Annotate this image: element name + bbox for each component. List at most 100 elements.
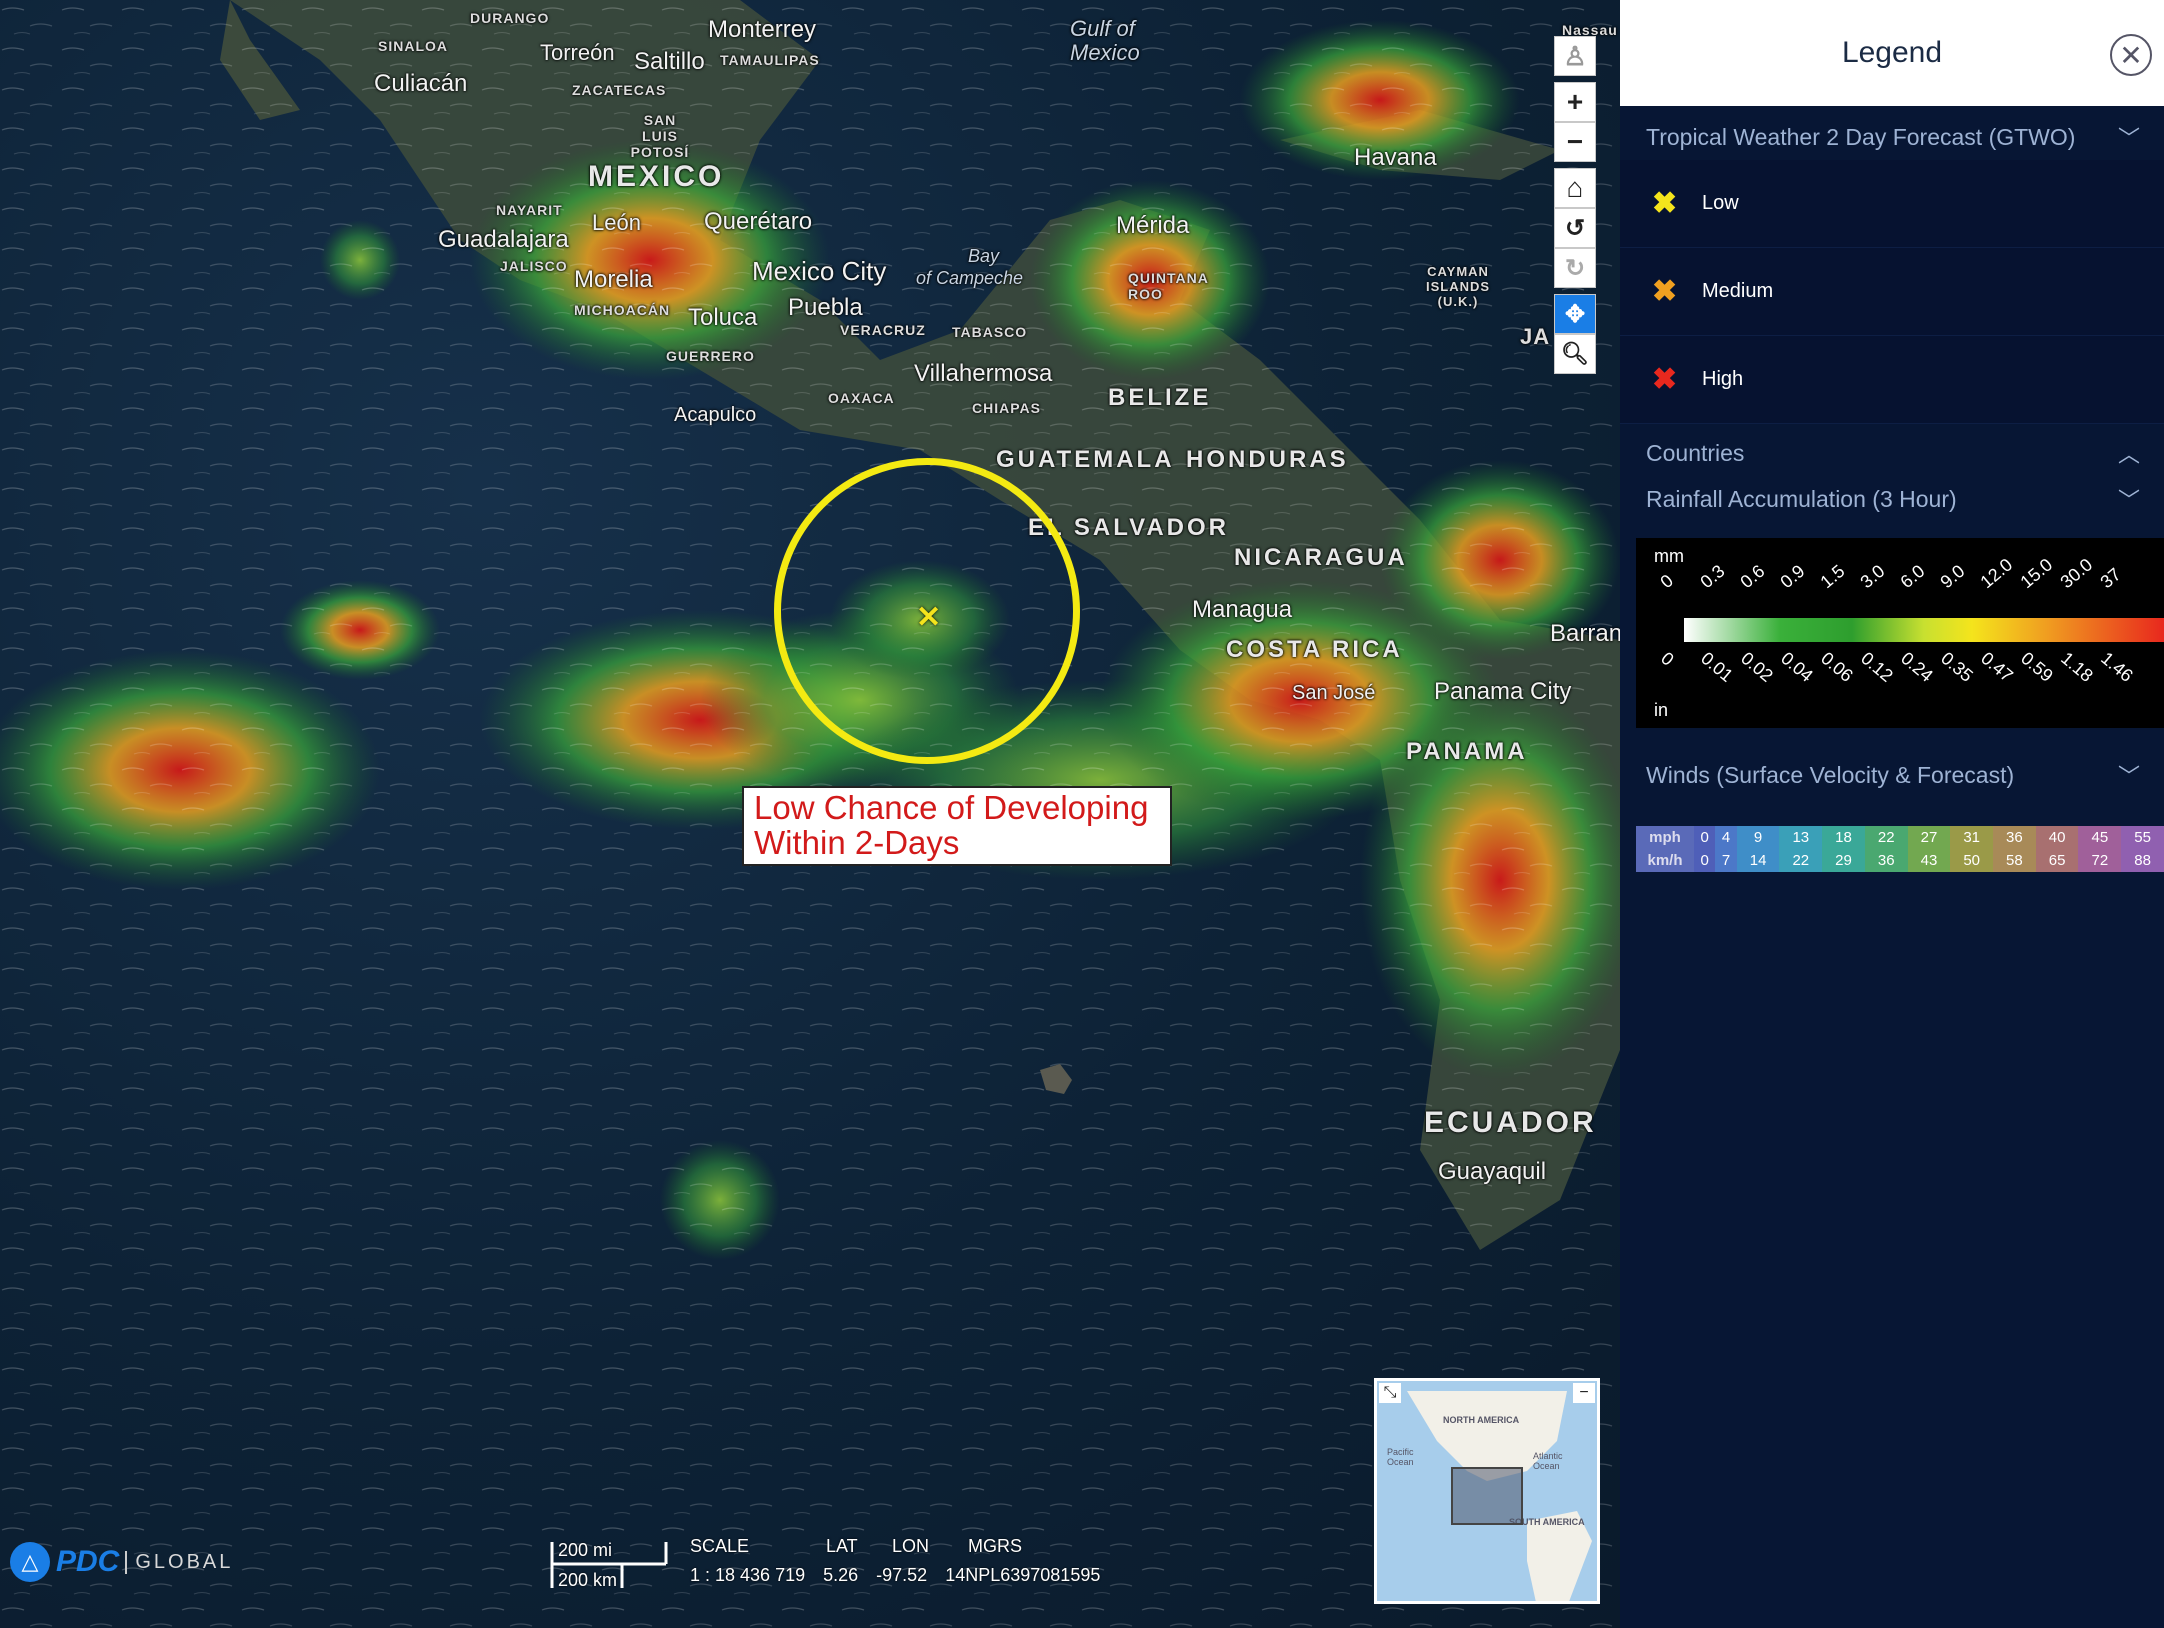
label-sinaloa: SINALOA bbox=[378, 38, 448, 54]
wind-kmh-cell: 29 bbox=[1822, 849, 1865, 872]
label-saltillo: Saltillo bbox=[634, 48, 705, 75]
scale-value: 1 : 18 436 719 bbox=[690, 1565, 806, 1585]
wind-kmh-cell: 0 bbox=[1694, 849, 1716, 872]
pdc-logo: △ PDC GLOBAL bbox=[10, 1542, 233, 1582]
section-rainfall[interactable]: Rainfall Accumulation (3 Hour) ﹀ bbox=[1620, 476, 2164, 522]
high-x-icon: ✖ bbox=[1652, 363, 1678, 396]
annotation-line-2: Within 2-Days bbox=[754, 824, 960, 861]
rain-in-tick: 1.46 bbox=[2097, 648, 2137, 686]
label-morelia: Morelia bbox=[574, 266, 653, 293]
rotate-left-icon: ↺ bbox=[1564, 214, 1586, 242]
label-durango: DURANGO bbox=[470, 10, 550, 26]
label-leon: León bbox=[592, 210, 641, 235]
rain-in-tick: 0.12 bbox=[1857, 648, 1897, 686]
zoom-out-button[interactable]: − bbox=[1554, 122, 1596, 162]
label-acapulco: Acapulco bbox=[674, 404, 757, 426]
overview-minimap[interactable]: ⤡ − NORTH AMERICA Pacific Ocean Atlantic… bbox=[1374, 1378, 1600, 1604]
logo-pdc-text: PDC bbox=[56, 1545, 120, 1578]
section-winds-title: Winds (Surface Velocity & Forecast) bbox=[1646, 761, 2015, 788]
gtwo-label-low: Low bbox=[1702, 192, 1739, 214]
section-countries[interactable]: Countries ︿ bbox=[1620, 430, 2164, 476]
street-view-button[interactable]: ♙ bbox=[1554, 36, 1596, 76]
label-merida: Mérida bbox=[1116, 212, 1190, 239]
section-rainfall-title: Rainfall Accumulation (3 Hour) bbox=[1646, 485, 1957, 512]
map-view[interactable]: DURANGO SINALOA Culiacán Torreón Monterr… bbox=[0, 0, 1620, 1628]
pdc-triangle-icon: △ bbox=[10, 1542, 50, 1582]
low-chance-marker-icon[interactable]: ✕ bbox=[916, 600, 941, 635]
wind-mph-cell: 0 bbox=[1694, 826, 1716, 849]
label-villahermosa: Villahermosa bbox=[914, 360, 1053, 387]
minimap-label-pacific: Pacific Ocean bbox=[1387, 1447, 1414, 1467]
label-honduras: HONDURAS bbox=[1186, 446, 1349, 473]
label-san-jose: San José bbox=[1292, 682, 1376, 704]
wind-kmh-row: km/h 0 7 14 22 29 36 43 50 58 65 72 88 bbox=[1636, 849, 2164, 872]
label-jalisco: JALISCO bbox=[500, 258, 568, 274]
wind-mph-cell: 40 bbox=[2035, 826, 2079, 849]
label-queretaro: Querétaro bbox=[704, 208, 813, 235]
street-view-icon: ♙ bbox=[1563, 40, 1587, 71]
label-bay-2: of Campeche bbox=[916, 268, 1024, 288]
minimap-label-north-america: NORTH AMERICA bbox=[1443, 1415, 1520, 1425]
legend-close-button[interactable]: ✕ bbox=[2110, 34, 2152, 76]
label-san-luis-potosi: SAN LUIS POTOSÍ bbox=[630, 112, 690, 160]
minimap-viewport[interactable] bbox=[1451, 1467, 1523, 1525]
label-panama-city: Panama City bbox=[1434, 678, 1572, 705]
zoom-in-icon: + bbox=[1566, 86, 1584, 117]
rain-mm-tick: 12.0 bbox=[1976, 554, 2017, 593]
rain-mm-tick: 30.0 bbox=[2056, 554, 2097, 593]
rain-in-tick: 0.47 bbox=[1977, 648, 2017, 686]
label-belize: BELIZE bbox=[1108, 384, 1212, 411]
pan-icon: ✥ bbox=[1564, 300, 1586, 328]
label-guerrero: GUERRERO bbox=[666, 348, 755, 364]
rain-mm-tick: 9.0 bbox=[1936, 560, 1969, 593]
label-costa-rica: COSTA RICA bbox=[1226, 636, 1403, 663]
scale-bar: 200 mi 200 km bbox=[550, 1540, 670, 1590]
rotate-right-button[interactable]: ↻ bbox=[1554, 248, 1596, 288]
wind-kmh-cell: 72 bbox=[2078, 849, 2122, 872]
chevron-down-icon: ﹀ bbox=[2117, 126, 2140, 151]
home-button[interactable]: ⌂ bbox=[1554, 168, 1596, 208]
lat-label: LAT bbox=[826, 1536, 858, 1556]
wind-kmh-cell: 43 bbox=[1907, 849, 1951, 872]
lon-label: LON bbox=[892, 1536, 930, 1556]
label-bay-1: Bay bbox=[968, 246, 1000, 266]
label-barran: Barran bbox=[1550, 620, 1620, 647]
annotation-box: Low Chance of Developing Within 2-Days bbox=[742, 786, 1172, 866]
rain-in-tick: 0.06 bbox=[1817, 648, 1857, 686]
zoom-in-button[interactable]: + bbox=[1554, 82, 1596, 122]
minimap-label-atlantic: Atlantic Ocean bbox=[1533, 1451, 1563, 1471]
label-toluca: Toluca bbox=[688, 304, 758, 331]
minimap-expand-button[interactable]: ⤡ bbox=[1379, 1383, 1401, 1403]
rain-in-tick: 0.04 bbox=[1777, 648, 1817, 686]
home-icon: ⌂ bbox=[1566, 172, 1584, 203]
rain-mm-tick: 0.9 bbox=[1776, 560, 1809, 593]
section-winds[interactable]: Winds (Surface Velocity & Forecast) ﹀ bbox=[1620, 752, 2164, 798]
rain-mm-tick: 0 bbox=[1656, 570, 1678, 593]
wind-mph-row: mph 0 4 9 13 18 22 27 31 36 40 45 55 bbox=[1636, 826, 2164, 849]
medium-x-icon: ✖ bbox=[1652, 275, 1678, 308]
label-nayarit: NAYARIT bbox=[496, 202, 563, 218]
zoom-box-button[interactable]: 🔍︎ bbox=[1554, 334, 1596, 374]
section-gtwo[interactable]: Tropical Weather 2 Day Forecast (GTWO) ﹀ bbox=[1620, 114, 2164, 160]
rain-mm-tick: 3.0 bbox=[1856, 560, 1889, 593]
rain-mm-tick: 0.6 bbox=[1736, 560, 1769, 593]
rainfall-color-scale: mm in 0 0.3 0.6 0.9 1.5 3.0 6.0 9.0 12.0 15.0 30.0… bbox=[1636, 538, 2164, 728]
minimap-collapse-button[interactable]: − bbox=[1573, 1383, 1595, 1403]
mgrs-value: 14NPL6397081595 bbox=[945, 1565, 1101, 1585]
zoom-box-icon: 🔍︎ bbox=[1561, 341, 1589, 366]
rain-in-tick: 0 bbox=[1657, 648, 1678, 670]
rain-in-tick: 0.59 bbox=[2017, 648, 2057, 686]
rotate-right-icon: ↻ bbox=[1564, 254, 1586, 282]
wind-mph-cell: 36 bbox=[1993, 826, 2036, 849]
label-zacatecas: ZACATECAS bbox=[572, 82, 667, 98]
wind-mph-cell: 18 bbox=[1822, 826, 1865, 849]
rain-mm-tick: 15.0 bbox=[2016, 554, 2057, 593]
label-tamaulipas: TAMAULIPAS bbox=[720, 52, 820, 68]
rotate-left-button[interactable]: ↺ bbox=[1554, 208, 1596, 248]
pan-button[interactable]: ✥ bbox=[1554, 294, 1596, 334]
wind-kmh-cell: 65 bbox=[2035, 849, 2079, 872]
wind-mph-cell: 13 bbox=[1779, 826, 1823, 849]
label-panama: PANAMA bbox=[1406, 738, 1528, 765]
rain-in-tick: 1.18 bbox=[2057, 648, 2097, 686]
gtwo-label-medium: Medium bbox=[1702, 280, 1774, 302]
